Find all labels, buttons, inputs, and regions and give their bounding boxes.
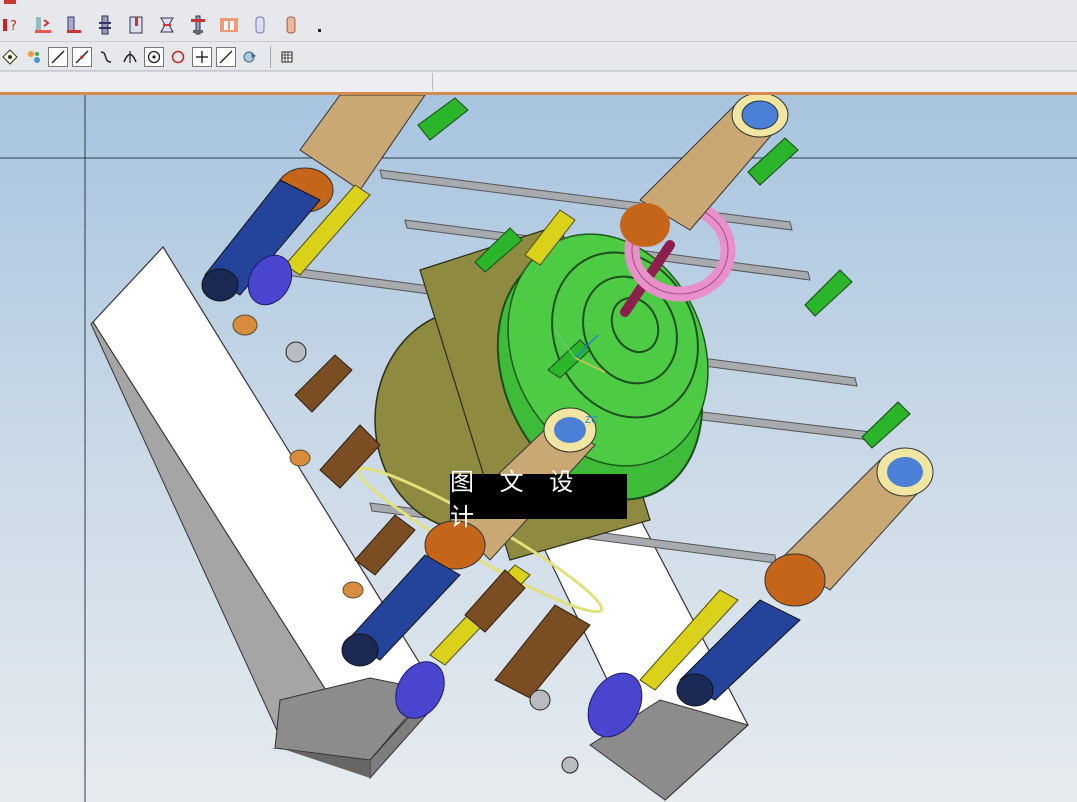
point-on-line-icon[interactable]	[192, 47, 212, 67]
ejector-pin-icon[interactable]	[93, 13, 117, 37]
face-point-icon[interactable]	[240, 47, 260, 67]
slider-icon[interactable]	[62, 13, 86, 37]
graphics-tab-strip	[0, 71, 1077, 93]
svg-text:?: ?	[10, 19, 17, 34]
snap-settings-icon[interactable]	[24, 47, 44, 67]
toolbar-divider	[0, 41, 1077, 42]
line-midpoint-icon[interactable]	[72, 47, 92, 67]
snap-toolbar	[0, 44, 301, 70]
pocket-icon[interactable]	[217, 13, 241, 37]
cooling-icon[interactable]	[155, 13, 179, 37]
curve-icon[interactable]	[96, 47, 116, 67]
quadrant-icon[interactable]	[168, 47, 188, 67]
toolbar-partial-icon[interactable]	[0, 0, 20, 8]
mold-assembly-model[interactable]	[0, 95, 1077, 802]
csys-zc-label: ZC	[585, 415, 599, 426]
arc-center-icon[interactable]	[144, 47, 164, 67]
watermark-label: 图 文 设 计	[450, 468, 627, 531]
mold-wizard-toolbar: ?	[0, 12, 334, 38]
bounded-grid-icon[interactable]	[277, 47, 297, 67]
toolbar-row-top-partial	[0, 0, 24, 8]
line-endpoint-icon[interactable]	[48, 47, 68, 67]
mold-core-body	[356, 224, 709, 614]
guide-pillar-top-left	[201, 95, 426, 302]
snap-point-icon[interactable]	[0, 47, 20, 67]
runner-icon[interactable]	[279, 13, 303, 37]
standard-part-icon[interactable]	[124, 13, 148, 37]
help-query-icon[interactable]: ?	[0, 13, 24, 37]
graphics-viewport[interactable]: ZC 图 文 设 计	[0, 95, 1077, 802]
tab-strip-divider	[432, 73, 433, 91]
point-on-curve-icon[interactable]	[216, 47, 236, 67]
toolbar-separator	[270, 46, 271, 68]
sub-insert-icon[interactable]	[248, 13, 272, 37]
guide-pillar-bottom-right	[676, 447, 934, 707]
more-dropdown-icon[interactable]	[310, 15, 330, 35]
mold-insert-icon[interactable]	[31, 13, 55, 37]
electrode-icon[interactable]	[186, 13, 210, 37]
intersection-icon[interactable]	[120, 47, 140, 67]
